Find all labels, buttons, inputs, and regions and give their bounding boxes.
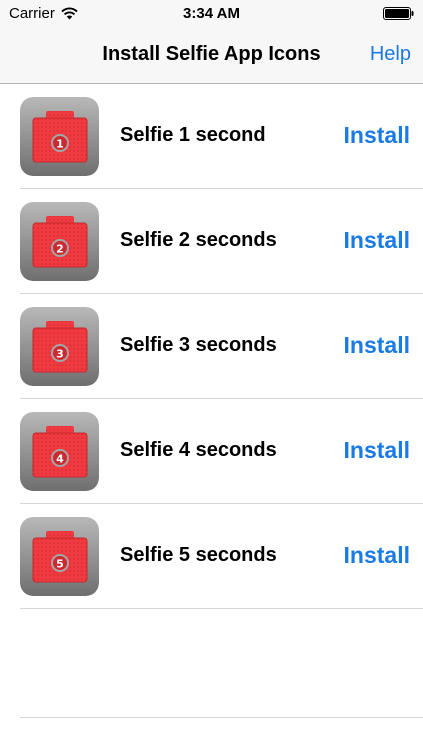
badge-number: 2 xyxy=(56,243,64,256)
badge-number: 1 xyxy=(56,138,64,151)
install-button[interactable]: Install xyxy=(344,542,410,569)
camera-icon: 3 xyxy=(20,307,99,386)
page-title: Install Selfie App Icons xyxy=(102,43,321,65)
status-time: 3:34 AM xyxy=(183,5,240,22)
camera-icon: 5 xyxy=(20,517,99,596)
badge-number: 3 xyxy=(56,348,64,361)
install-button[interactable]: Install xyxy=(344,122,410,149)
row-label: Selfie 5 seconds xyxy=(120,544,277,566)
list-item: 2 Selfie 2 seconds Install xyxy=(0,189,423,294)
list-item: 5 Selfie 5 seconds Install xyxy=(0,504,423,609)
list-item: 3 Selfie 3 seconds Install xyxy=(0,294,423,399)
install-button[interactable]: Install xyxy=(344,437,410,464)
help-button[interactable]: Help xyxy=(370,43,411,66)
app-icon-list: 1 Selfie 1 second Install 2 Selfie 2 sec… xyxy=(0,84,423,609)
row-label: Selfie 2 seconds xyxy=(120,229,277,251)
screen: Carrier 3:34 AM Install Selfie App Icons… xyxy=(0,0,423,750)
row-label: Selfie 4 seconds xyxy=(120,439,277,461)
list-item: 4 Selfie 4 seconds Install xyxy=(0,399,423,504)
camera-icon: 4 xyxy=(20,412,99,491)
install-button[interactable]: Install xyxy=(344,227,410,254)
row-label: Selfie 3 seconds xyxy=(120,334,277,356)
status-bar: Carrier 3:34 AM xyxy=(0,0,423,28)
camera-icon: 1 xyxy=(20,97,99,176)
badge-number: 4 xyxy=(56,453,64,466)
navigation-bar: Install Selfie App Icons Help xyxy=(0,28,423,84)
battery-icon xyxy=(383,7,414,20)
install-button[interactable]: Install xyxy=(344,332,410,359)
row-label: Selfie 1 second xyxy=(120,124,266,146)
list-item: 1 Selfie 1 second Install xyxy=(0,84,423,189)
bottom-divider xyxy=(20,717,423,718)
badge-number: 5 xyxy=(56,558,64,571)
camera-icon: 2 xyxy=(20,202,99,281)
